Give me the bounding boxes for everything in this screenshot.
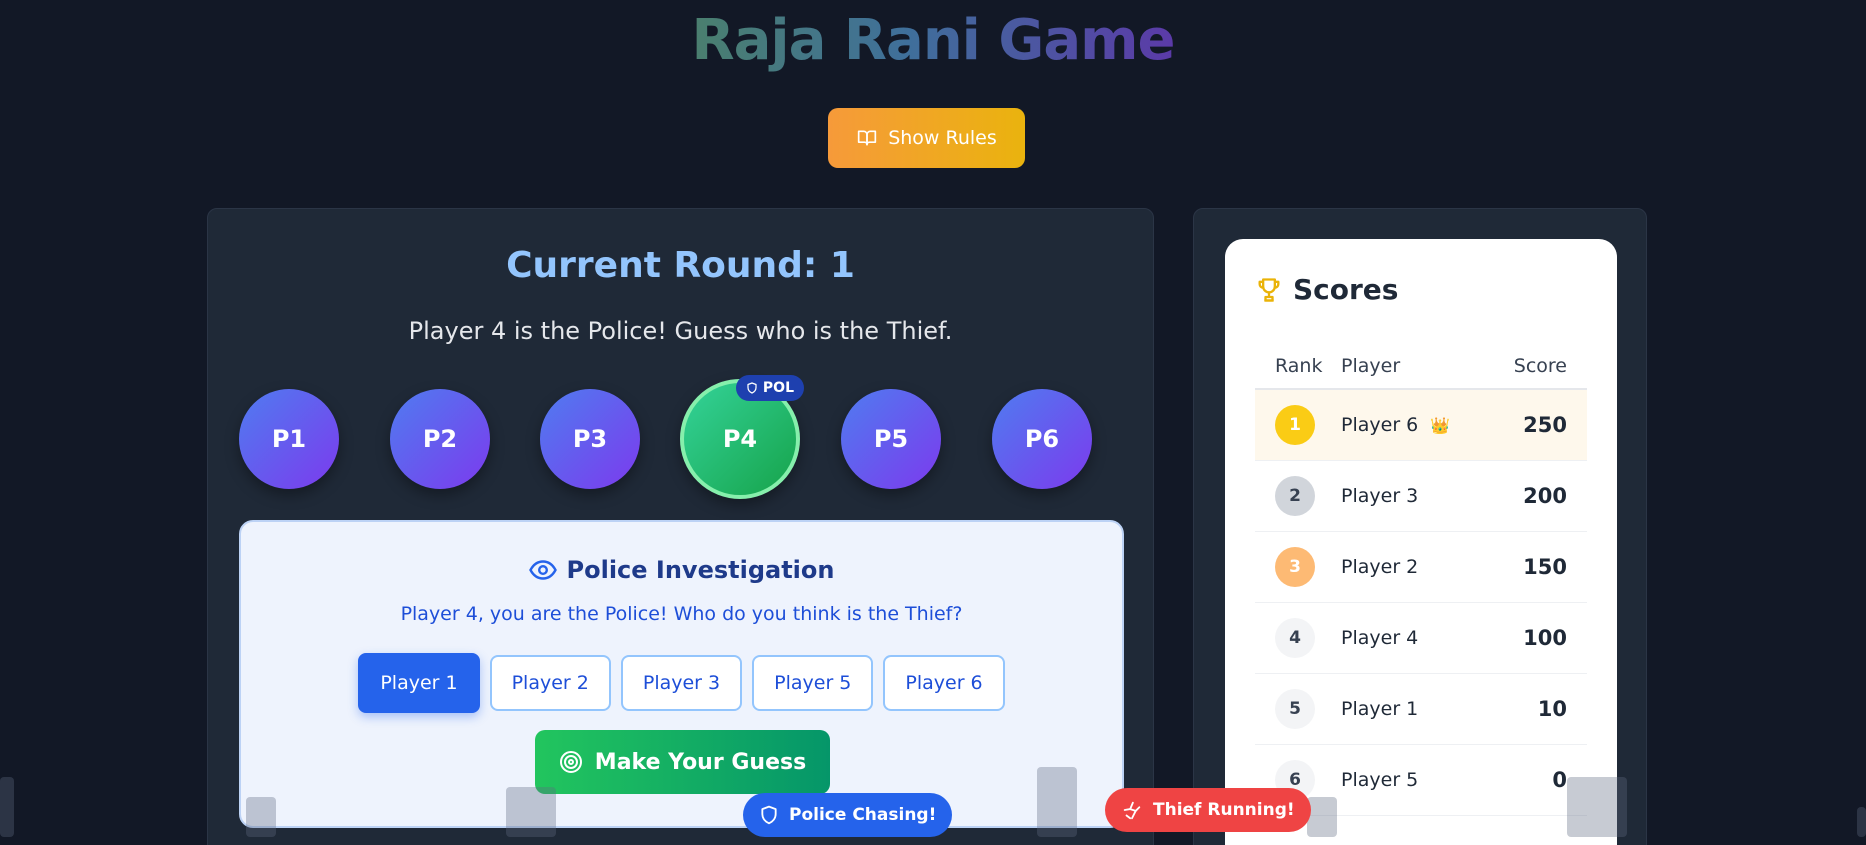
suspect-choice-player-1[interactable]: Player 1: [358, 653, 480, 713]
background-pillar: [1307, 797, 1337, 837]
book-open-icon: [858, 130, 877, 146]
player-name: Player 5: [1341, 744, 1489, 816]
table-row: 1 Player 6 👑 250: [1255, 389, 1587, 461]
shield-icon: [761, 805, 777, 825]
rank-badge: 4: [1275, 617, 1315, 658]
column-header-score: Score: [1488, 343, 1587, 390]
player-avatar-p3[interactable]: P3: [540, 389, 640, 489]
rank-badge: 2: [1275, 475, 1315, 516]
make-guess-label: Make Your Guess: [594, 749, 807, 775]
background-pillar: [246, 797, 276, 837]
shield-icon: [747, 382, 757, 394]
player-score: 100: [1488, 602, 1587, 674]
avatar-label: P3: [572, 425, 608, 453]
score-panel: Scores Rank Player Score 1 Player 6 👑 250…: [1193, 208, 1647, 845]
player-name: Player 6: [1341, 413, 1419, 436]
show-rules-label: Show Rules: [888, 127, 997, 149]
round-title: Current Round: 1: [506, 245, 855, 286]
show-rules-button[interactable]: Show Rules: [828, 108, 1025, 168]
game-panel: Current Round: 1 Player 4 is the Police!…: [207, 208, 1154, 845]
police-role-badge: POL: [735, 375, 804, 401]
rank-badge: 3: [1275, 546, 1315, 587]
player-name: Player 4: [1341, 602, 1489, 674]
eye-icon: [528, 560, 557, 580]
player-name: Player 2: [1341, 531, 1489, 603]
scores-table: Rank Player Score 1 Player 6 👑 250 2 Play…: [1255, 343, 1587, 816]
background-pillar: [1857, 807, 1866, 837]
police-chasing-label: Police Chasing!: [789, 805, 937, 825]
target-icon: [559, 751, 582, 773]
column-header-player: Player: [1341, 343, 1489, 390]
player-score: 200: [1488, 460, 1587, 532]
table-row: 2 Player 3 200: [1255, 460, 1587, 532]
player-name: Player 3: [1341, 460, 1489, 532]
investigation-title: Police Investigation: [241, 556, 1122, 584]
player-avatar-p5[interactable]: P5: [841, 389, 941, 489]
avatar-label: P1: [271, 425, 307, 453]
trophy-icon: [1258, 277, 1280, 302]
player-name: Player 1: [1341, 673, 1489, 745]
player-avatar-p4[interactable]: P4 POL: [680, 375, 804, 499]
scores-title: Scores: [1293, 273, 1399, 306]
rank-badge: 1: [1275, 404, 1315, 445]
page-title: Raja Rani Game: [0, 8, 1866, 73]
make-guess-button[interactable]: Make Your Guess: [535, 730, 830, 794]
background-pillar: [506, 787, 556, 837]
suspect-choice-player-6[interactable]: Player 6: [883, 655, 1005, 711]
rank-badge: 5: [1275, 688, 1315, 729]
police-role-label: POL: [762, 380, 794, 396]
player-avatar-p2[interactable]: P2: [390, 389, 490, 489]
column-header-rank: Rank: [1255, 343, 1341, 390]
player-avatar-p6[interactable]: P6: [992, 389, 1092, 489]
background-pillar: [1037, 767, 1077, 837]
suspect-choices: Player 1 Player 2 Player 3 Player 5 Play…: [241, 653, 1122, 713]
thief-running-label: Thief Running!: [1153, 800, 1295, 820]
avatar-label: P2: [422, 425, 458, 453]
page-title-text: Raja Rani Game: [691, 8, 1176, 73]
background-pillar: [1567, 777, 1627, 837]
police-chasing-badge: Police Chasing!: [743, 793, 953, 837]
table-row: 5 Player 1 10: [1255, 673, 1587, 745]
round-message: Player 4 is the Police! Guess who is the…: [408, 317, 953, 345]
avatar-label: P5: [873, 425, 909, 453]
scores-header-row: Rank Player Score: [1255, 343, 1587, 390]
player-avatar-p1[interactable]: P1: [239, 389, 339, 489]
player-score: 250: [1488, 389, 1587, 461]
player-avatars: P1 P2 P3 P4 POL P5 P6: [208, 375, 1153, 499]
crown-icon: 👑: [1430, 415, 1451, 435]
suspect-choice-player-5[interactable]: Player 5: [752, 655, 874, 711]
player-score: 10: [1488, 673, 1587, 745]
investigation-message: Player 4, you are the Police! Who do you…: [400, 603, 963, 625]
running-icon: [1123, 801, 1141, 820]
police-investigation-card: Police Investigation Player 4, you are t…: [239, 520, 1124, 828]
suspect-choice-player-2[interactable]: Player 2: [489, 655, 611, 711]
table-row: 4 Player 4 100: [1255, 602, 1587, 674]
thief-running-badge: Thief Running!: [1105, 788, 1311, 832]
scores-card: Scores Rank Player Score 1 Player 6 👑 250…: [1225, 239, 1617, 845]
table-row: 3 Player 2 150: [1255, 531, 1587, 603]
suspect-choice-player-3[interactable]: Player 3: [620, 655, 743, 711]
investigation-title-text: Police Investigation: [566, 556, 835, 584]
player-score: 150: [1488, 531, 1587, 603]
background-pillar: [0, 777, 14, 837]
avatar-label: P6: [1024, 425, 1060, 453]
scores-header: Scores: [1255, 273, 1398, 306]
avatar-label: P4: [722, 425, 758, 453]
